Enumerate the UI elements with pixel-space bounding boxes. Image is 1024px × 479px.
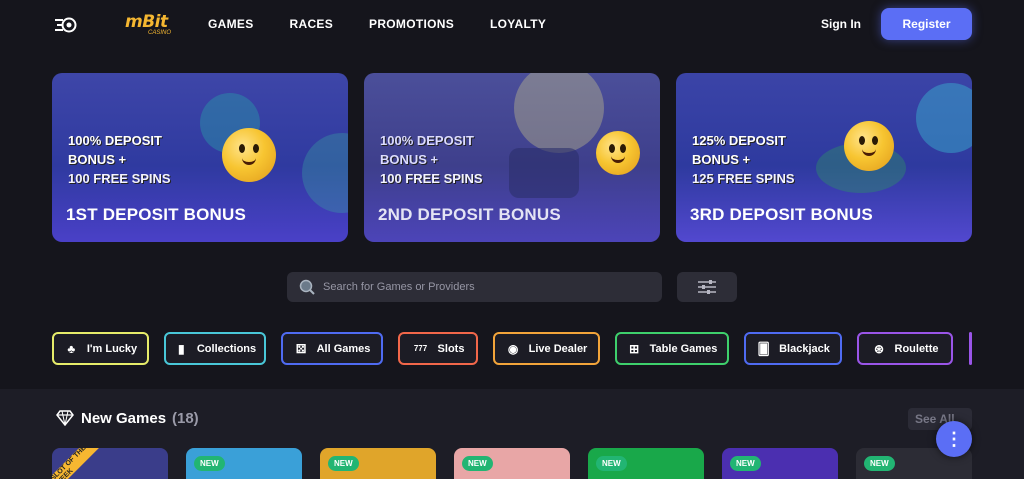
bonus-line: BONUS + [68,152,127,167]
nav-games[interactable]: GAMES [208,17,254,31]
new-badge: NEW [730,456,761,471]
bonus-text: 100% DEPOSIT BONUS + 100 FREE SPINS [380,131,540,188]
new-badge: NEW [864,456,895,471]
category-bar: ♣ I'm Lucky ▮ Collections ⚄ All Games 77… [52,332,968,365]
sliders-icon [698,280,716,294]
banner-title: 1ST DEPOSIT BONUS [66,205,247,224]
category-label: Blackjack [779,342,830,355]
category-label: Table Games [649,342,718,355]
bonus-text: 125% DEPOSIT BONUS + 125 FREE SPINS [692,131,852,188]
nav-races[interactable]: RACES [290,17,334,31]
category-label: I'm Lucky [86,342,138,355]
bonus-line: 125 FREE SPINS [692,171,795,186]
live-dealer-icon: ◉ [507,341,519,356]
category-overflow-edge [969,332,972,365]
clover-icon: ♣ [67,341,76,356]
game-tile[interactable]: SLOT OF THE WEEK [52,448,168,479]
bonus-line: 100% DEPOSIT [68,133,162,148]
new-badge: NEW [462,456,493,471]
collections-icon: ▮ [178,341,185,356]
main-nav: GAMES RACES PROMOTIONS LOYALTY [208,17,582,31]
category-label: Collections [196,342,257,355]
category-label: Roulette [894,342,939,355]
sign-in-link[interactable]: Sign In [821,17,861,31]
category-label: Live Dealer [528,342,588,355]
table-games-icon: ⊞ [629,341,640,356]
cards-icon: 🂠 [757,341,770,356]
slot-777-icon: 777 [413,344,428,353]
bonus-line: BONUS + [692,152,751,167]
section-title: New Games [81,410,167,427]
search-icon [299,279,315,295]
category-live-dealer[interactable]: ◉ Live Dealer [493,332,600,365]
menu-icon[interactable] [55,14,77,34]
bonus-line: 100% DEPOSIT [380,133,474,148]
banner-2nd-deposit[interactable]: 100% DEPOSIT BONUS + 100 FREE SPINS 2ND … [364,73,660,242]
bonus-line: 100 FREE SPINS [68,171,171,186]
category-all-games[interactable]: ⚄ All Games [281,332,383,365]
game-tile[interactable]: NEW [186,448,302,479]
bonus-line: 125% DEPOSIT [692,133,786,148]
bonus-text: 100% DEPOSIT BONUS + 100 FREE SPINS [68,131,228,188]
more-options-button[interactable]: ⋮ [936,421,972,457]
game-tile[interactable]: NEW [722,448,838,479]
category-table-games[interactable]: ⊞ Table Games [615,332,729,365]
register-button[interactable]: Register [881,8,972,40]
banner-3rd-deposit[interactable]: 125% DEPOSIT BONUS + 125 FREE SPINS 3RD … [676,73,972,242]
new-badge: NEW [194,456,225,471]
coin-mascot [222,128,276,182]
category-label: Slots [437,342,465,355]
diamond-icon [56,410,74,426]
game-tile[interactable]: NEW [588,448,704,479]
search-input[interactable] [323,272,653,302]
roulette-icon: ⊛ [873,341,885,356]
slot-of-week-ribbon: SLOT OF THE WEEK [52,448,103,479]
new-badge: NEW [596,456,627,471]
coin-mascot [596,131,640,175]
nav-promotions[interactable]: PROMOTIONS [369,17,454,31]
category-collections[interactable]: ▮ Collections [164,332,266,365]
category-slots[interactable]: 777 Slots [398,332,478,365]
banner-decoration [302,133,348,213]
banner-1st-deposit[interactable]: 100% DEPOSIT BONUS + 100 FREE SPINS 1ST … [52,73,348,242]
banner-title: 2ND DEPOSIT BONUS [378,205,561,224]
section-count: (18) [172,410,199,427]
category-im-lucky[interactable]: ♣ I'm Lucky [52,332,149,365]
site-logo[interactable]: mBit [125,12,168,32]
banner-title: 3RD DEPOSIT BONUS [690,205,873,224]
new-badge: NEW [328,456,359,471]
bonus-line: 100 FREE SPINS [380,171,483,186]
dice-icon: ⚄ [295,341,307,356]
category-label: All Games [316,342,371,355]
category-roulette[interactable]: ⊛ Roulette [857,332,953,365]
banner-decoration [916,83,972,153]
category-blackjack[interactable]: 🂠 Blackjack [744,332,842,365]
more-icon: ⋮ [945,429,963,449]
search-bar [287,272,662,302]
logo-subtitle: CASINO [148,30,172,36]
bonus-line: BONUS + [380,152,439,167]
nav-loyalty[interactable]: LOYALTY [490,17,546,31]
top-header: mBit CASINO GAMES RACES PROMOTIONS LOYAL… [0,0,1024,48]
filter-button[interactable] [677,272,737,302]
game-tile[interactable]: NEW [320,448,436,479]
game-tile[interactable]: NEW [454,448,570,479]
